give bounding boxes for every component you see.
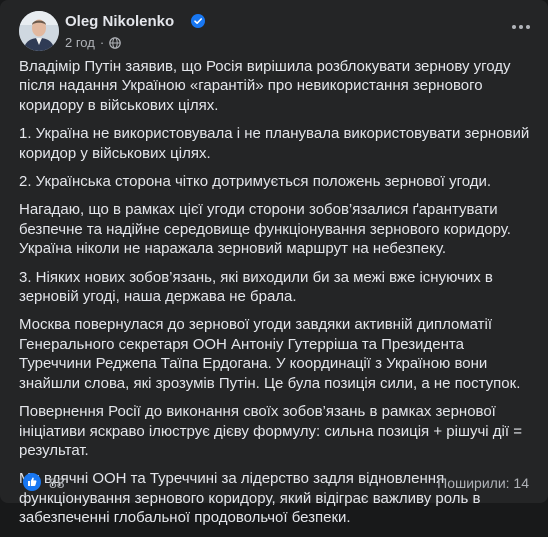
post-paragraph: 2. Українська сторона чітко дотримується…: [19, 173, 492, 191]
post-body: Владімір Путін заявив, що Росія вирішила…: [19, 57, 531, 537]
globe-icon[interactable]: [109, 36, 121, 49]
post-paragraph: 3. Ніяких нових зобов’язань, які виходил…: [19, 268, 493, 306]
like-icon[interactable]: [23, 473, 41, 491]
post-paragraph: Владімір Путін заявив, що Росія вирішила…: [19, 58, 511, 114]
post-footer: 88 Поширили: 14: [19, 471, 529, 495]
author-avatar[interactable]: [19, 11, 59, 51]
shares-count[interactable]: Поширили: 14: [437, 475, 529, 491]
author-name[interactable]: Oleg Nikolenko: [65, 13, 174, 30]
meta-separator: ·: [99, 35, 105, 50]
post-paragraph: Повернення Росії до виконання своїх зобо…: [19, 403, 522, 459]
avatar-image: [19, 11, 59, 51]
post-meta: 2 год ·: [65, 35, 121, 50]
more-options-icon[interactable]: [507, 15, 535, 39]
post-paragraph: 1. Україна не використовувала і не плану…: [19, 125, 530, 162]
post-paragraph: Нагадаю, що в рамках цієї угоди сторони …: [19, 201, 511, 258]
post-timestamp[interactable]: 2 год: [65, 35, 95, 50]
post-paragraph: Москва повернулася до зернової угоди зав…: [19, 316, 521, 392]
reactions-count[interactable]: 88: [49, 475, 65, 491]
post-card: Oleg Nikolenko 2 год · Владімір Путін за…: [0, 0, 548, 526]
post-header: Oleg Nikolenko 2 год ·: [19, 11, 539, 55]
verified-badge-icon: [191, 14, 205, 28]
